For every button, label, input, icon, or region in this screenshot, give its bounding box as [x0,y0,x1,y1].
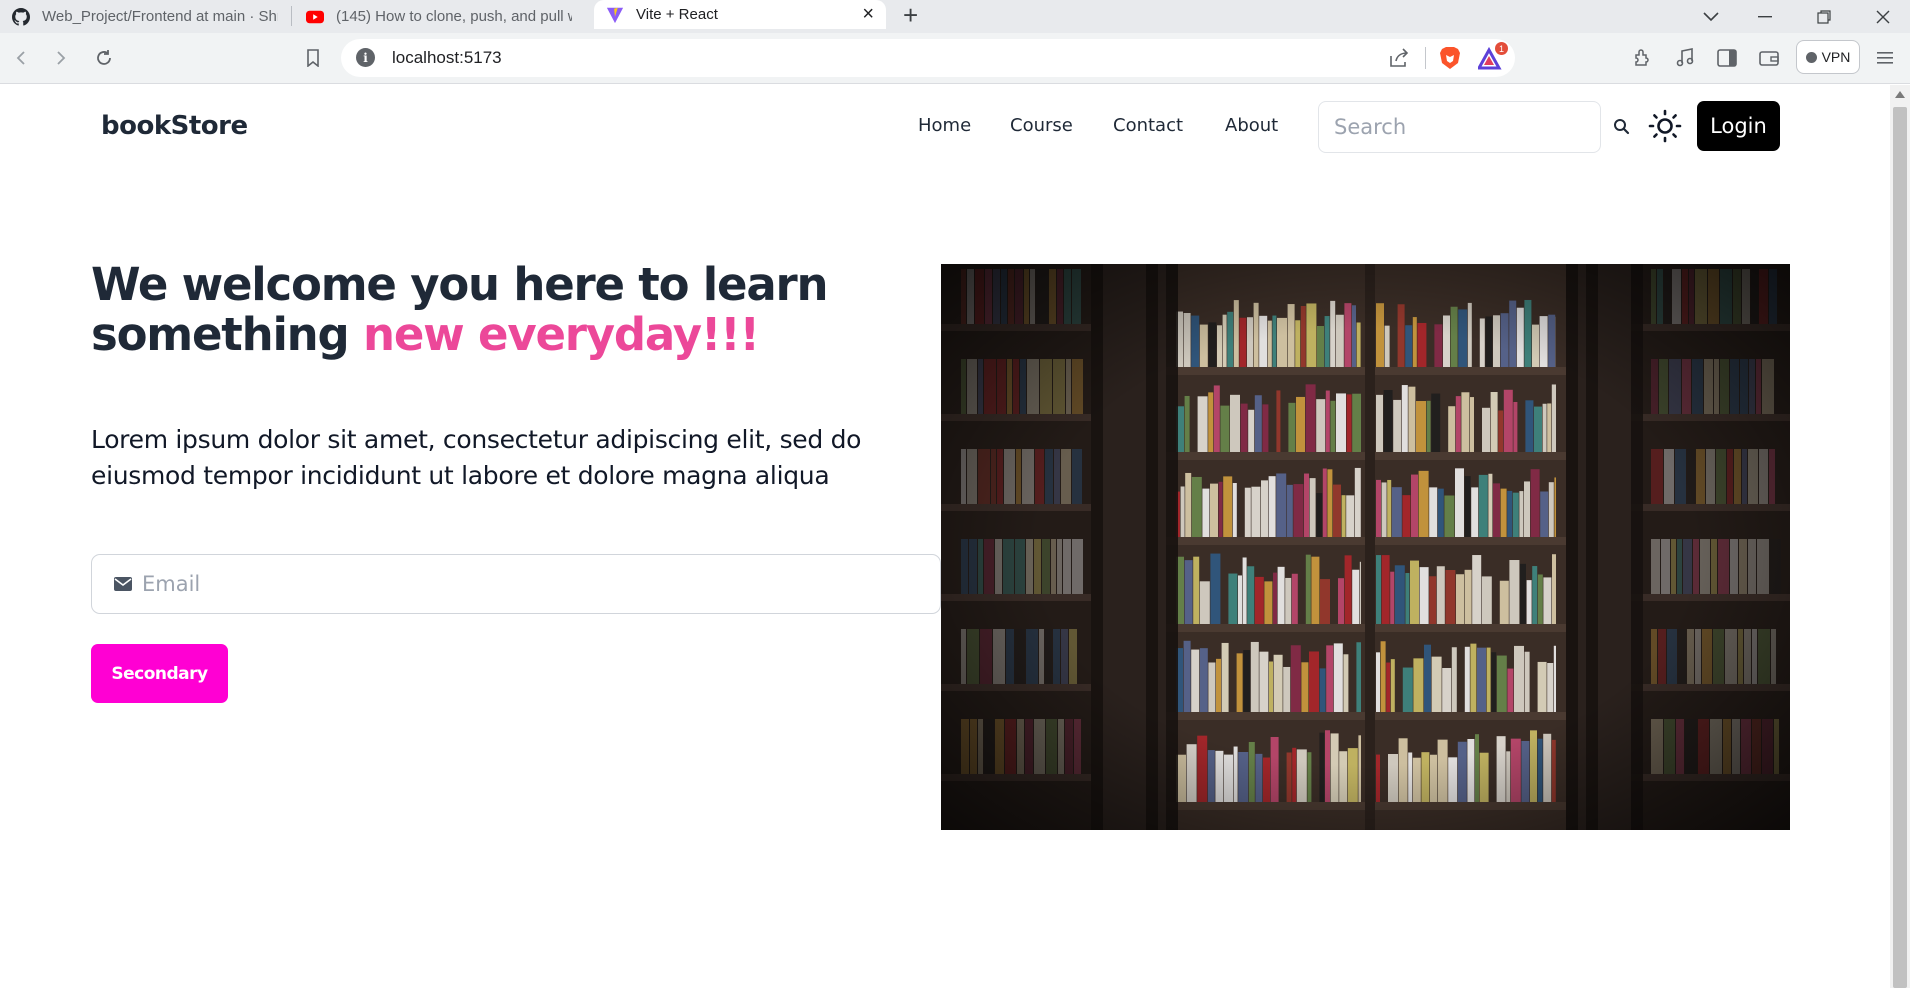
page-scrollbar[interactable] [1890,85,1910,988]
hero-headline: We welcome you here to learn something n… [91,260,851,360]
vite-icon [606,6,624,24]
youtube-icon [306,8,324,26]
brave-shield-icon[interactable] [1439,46,1461,75]
address-bar[interactable]: i localhost:5173 1 [341,39,1515,77]
wallet-icon[interactable] [1754,43,1784,73]
bookshelf-image [941,264,1790,830]
menu-icon[interactable] [1870,43,1900,73]
vpn-status-icon [1805,51,1817,63]
tab-vite-react[interactable]: Vite + React × [594,0,886,29]
urlbar-divider [1425,47,1426,69]
window-close-icon[interactable] [1876,0,1890,33]
tab-title: Vite + React [636,6,718,23]
tab-youtube[interactable]: (145) How to clone, push, and pull w [294,0,584,33]
forward-icon[interactable] [46,43,76,73]
bookshelf-illustration [941,264,1790,830]
secondary-button[interactable]: Secondary [91,644,228,703]
login-button[interactable]: Login [1697,101,1780,151]
back-icon[interactable] [6,43,36,73]
search-box [1318,101,1601,153]
tab-divider [291,6,292,26]
tab-strip: Web_Project/Frontend at main · Shra (145… [0,0,1910,33]
hero-description: Lorem ipsum dolor sit amet, consectetur … [91,425,862,490]
tab-title: Web_Project/Frontend at main · Shra [42,8,278,25]
vpn-button[interactable]: VPN [1796,40,1860,74]
email-input[interactable] [142,555,922,613]
tab-github[interactable]: Web_Project/Frontend at main · Shra [0,0,290,33]
headline-accent: new everyday!!! [363,308,760,361]
github-icon [12,7,30,26]
nav-home[interactable]: Home [918,115,971,136]
minimize-icon[interactable] [1758,0,1772,33]
music-icon[interactable] [1670,43,1700,73]
page-viewport: bookStore Home Course Contact About Logi… [0,85,1890,988]
scrollbar-thumb[interactable] [1893,107,1907,988]
new-tab-icon[interactable]: + [903,0,918,33]
restore-icon[interactable] [1817,0,1831,33]
close-icon[interactable]: × [862,3,874,26]
share-icon[interactable] [1388,48,1410,73]
url-text[interactable]: localhost:5173 [392,48,502,68]
nav-about[interactable]: About [1225,115,1278,136]
tab-title: (145) How to clone, push, and pull w [336,8,572,25]
nav-course[interactable]: Course [1010,115,1073,136]
reload-icon[interactable] [89,43,119,73]
browser-toolbar: i localhost:5173 1 VPN [0,33,1910,84]
scroll-up-icon[interactable] [1895,91,1905,98]
sun-icon[interactable] [1648,109,1682,143]
envelope-icon [114,577,132,591]
search-icon[interactable] [1612,117,1632,137]
extensions-icon[interactable] [1628,43,1658,73]
sidebar-icon[interactable] [1712,43,1742,73]
brand-logo[interactable]: bookStore [101,111,248,141]
nav-contact[interactable]: Contact [1113,115,1183,136]
search-input[interactable] [1319,102,1600,152]
bookmark-icon[interactable] [298,43,328,73]
email-field [91,554,941,614]
tab-search-icon[interactable] [1703,0,1719,33]
notification-badge: 1 [1495,42,1508,55]
site-info-icon[interactable]: i [356,48,375,67]
vpn-label: VPN [1821,49,1851,65]
